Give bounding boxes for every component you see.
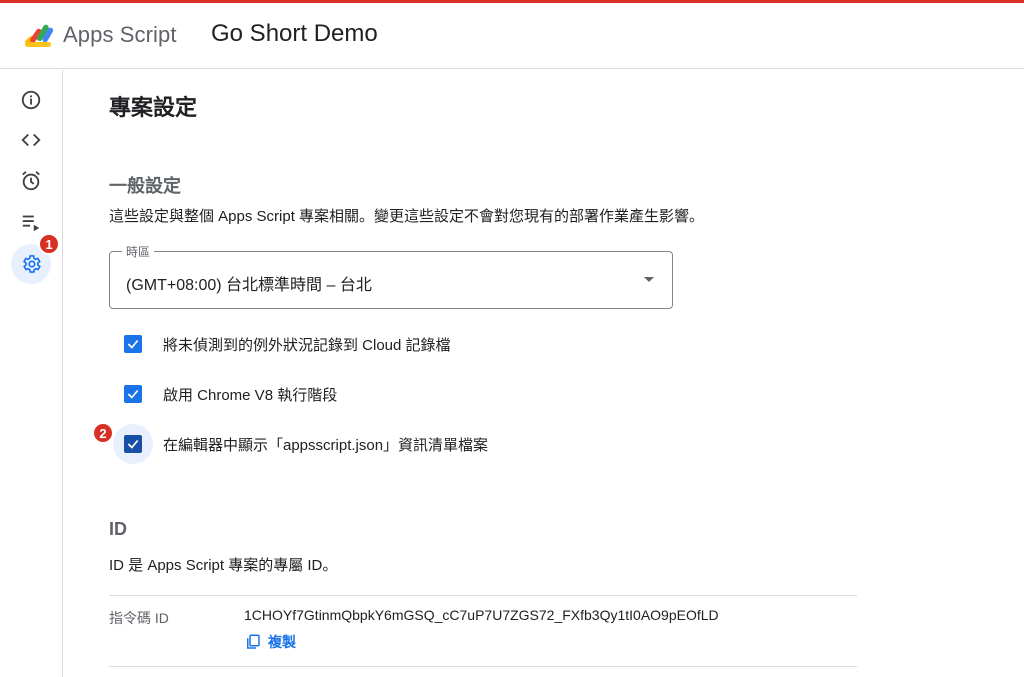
sidebar-item-editor[interactable] [11, 122, 51, 158]
script-id-label: 指令碼 ID [109, 610, 169, 626]
checkmark-icon [127, 389, 139, 399]
checkmark-icon [127, 439, 139, 449]
timezone-label: 時區 [122, 243, 155, 260]
apps-script-logo [25, 24, 54, 47]
timezone-select[interactable]: 時區 (GMT+08:00) 台北標準時間 – 台北 [109, 243, 673, 309]
v8-runtime-label: 啟用 Chrome V8 執行階段 [163, 386, 338, 404]
sidebar: 1 [0, 70, 63, 677]
timezone-value: (GMT+08:00) 台北標準時間 – 台北 [126, 277, 372, 294]
v8-runtime-checkbox[interactable] [113, 374, 153, 414]
alarm-icon [22, 171, 40, 191]
script-id-row: 指令碼 ID 1CHOYf7GtinmQbpkY6mGSQ_cC7uP7U7ZG… [109, 595, 857, 667]
step-badge-2: 2 [92, 422, 114, 444]
copy-button-label: 複製 [268, 634, 296, 650]
copy-icon [247, 634, 260, 649]
dropdown-arrow-icon [644, 277, 654, 282]
checkmark-icon [127, 339, 139, 349]
sidebar-item-overview[interactable] [11, 82, 51, 118]
show-manifest-label: 在編輯器中顯示「appsscript.json」資訊清單檔案 [163, 436, 489, 454]
script-id-value[interactable]: 1CHOYf7GtinmQbpkY6mGSQ_cC7uP7U7ZGS72_FXf… [244, 607, 719, 623]
brand-name: Apps Script [63, 22, 177, 47]
general-settings-description: 這些設定與整個 Apps Script 專案相關。變更這些設定不會對您現有的部署… [109, 208, 705, 225]
show-manifest-checkbox[interactable] [113, 424, 153, 464]
id-section-title: ID [109, 519, 127, 539]
sidebar-item-triggers[interactable] [11, 163, 51, 199]
gear-icon [23, 255, 41, 273]
step-badge-1: 1 [38, 233, 60, 255]
page-title: 專案設定 [109, 95, 198, 120]
code-icon [21, 133, 41, 147]
cloud-logging-label: 將未偵測到的例外狀況記錄到 Cloud 記錄檔 [163, 336, 451, 354]
id-section-description: ID 是 Apps Script 專案的專屬 ID。 [109, 557, 338, 574]
cloud-logging-checkbox[interactable] [113, 324, 153, 364]
copy-button[interactable]: 複製 [244, 630, 296, 654]
app-header: Apps Script Go Short Demo [0, 3, 1024, 69]
general-settings-title: 一般設定 [109, 176, 181, 196]
info-icon [21, 90, 41, 110]
project-title[interactable]: Go Short Demo [211, 20, 378, 48]
executions-icon [22, 215, 40, 232]
